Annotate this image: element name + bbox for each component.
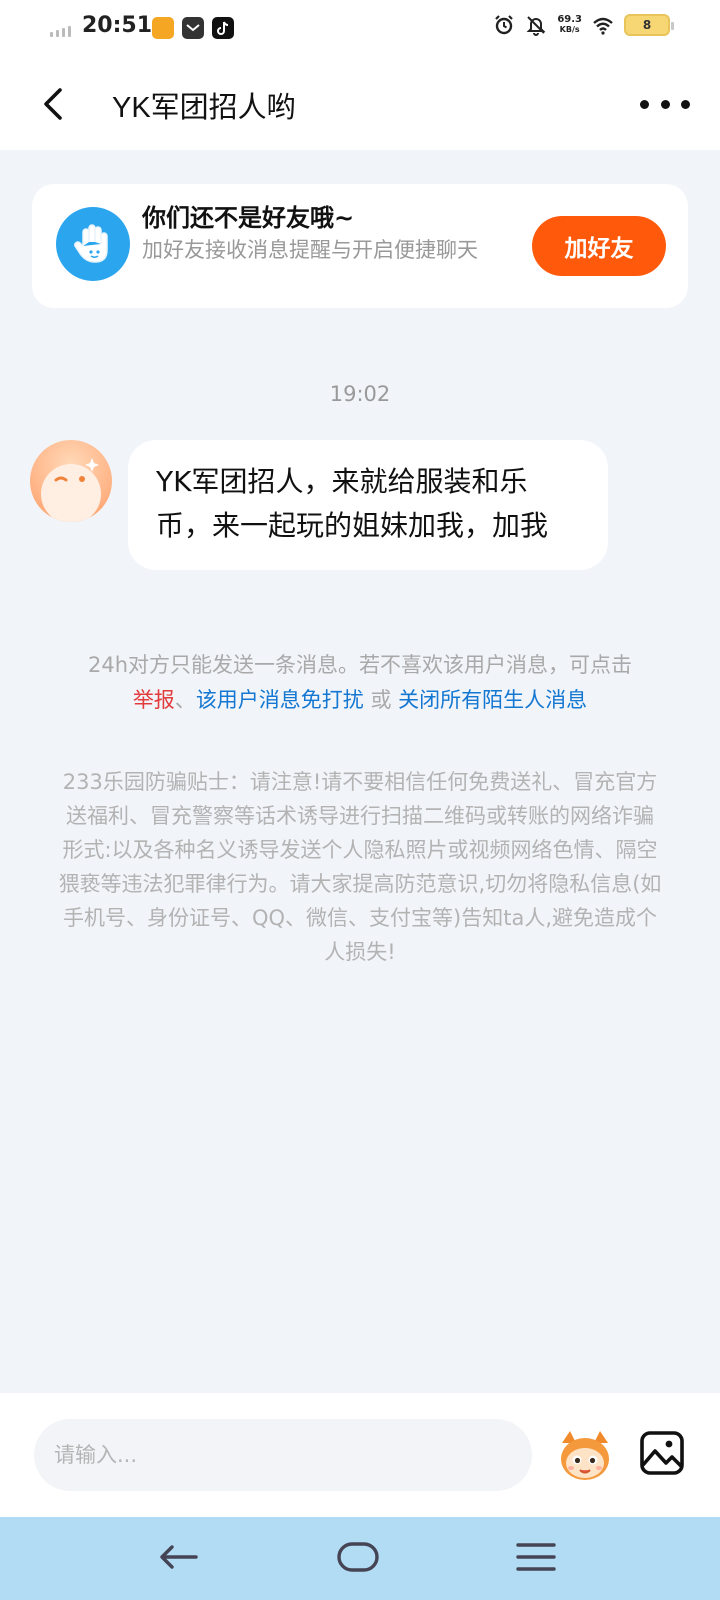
battery-icon: 8 (624, 14, 674, 36)
mute-user-link[interactable]: 该用户消息免打扰 (196, 688, 364, 712)
more-options-button[interactable] (640, 90, 690, 118)
message-input[interactable] (34, 1419, 532, 1491)
message-timestamp: 19:02 (329, 382, 391, 406)
friend-card-title: 你们还不是好友哦~ (142, 204, 355, 232)
report-link[interactable]: 举报 (133, 688, 175, 712)
back-arrow-icon (44, 88, 62, 120)
sender-avatar-icon (41, 458, 101, 522)
image-button[interactable] (638, 1429, 686, 1477)
tiktok-icon (212, 17, 234, 39)
alarm-icon (495, 15, 514, 35)
nav-menu-icon (516, 1543, 556, 1571)
more-dots-icon (640, 99, 649, 109)
video-app-icon (152, 17, 174, 39)
add-friend-button[interactable]: 加好友 (532, 216, 666, 276)
friend-prompt-card: 你们还不是好友哦~ 加好友接收消息提醒与开启便捷聊天 加好友 (32, 184, 688, 308)
nav-home-icon (337, 1542, 379, 1572)
status-bar: 20:51 69.3 KB/s 8 (0, 0, 720, 58)
mail-app-icon (182, 17, 204, 39)
battery-level: 8 (642, 18, 652, 32)
close-stranger-messages-link[interactable]: 关闭所有陌生人消息 (398, 688, 587, 712)
message-bubble[interactable]: YK军团招人，来就给服装和乐币，来一起玩的姐妹加我，加我 (128, 440, 608, 570)
nav-back-button[interactable] (156, 1537, 206, 1581)
notice-text: 24h对方只能发送一条消息。若不喜欢该用户消息，可点击 (87, 653, 633, 677)
avatar[interactable] (30, 440, 112, 522)
anti-fraud-tips: 233乐园防骗贴士：请注意!请不要相信任何免费送礼、冒充官方送福利、冒充警察等话… (58, 770, 662, 964)
notice-or-text: 或 (363, 688, 399, 712)
signal-icon (50, 26, 71, 37)
wifi-icon (593, 17, 613, 35)
image-icon (640, 1431, 684, 1475)
chat-header: YK军团招人哟 (0, 58, 720, 150)
system-nav-bar (0, 1517, 720, 1600)
friend-card-subtitle: 加好友接收消息提醒与开启便捷聊天 (142, 238, 478, 262)
page-title: YK军团招人哟 (112, 92, 296, 124)
net-speed: 69.3 KB/s (557, 14, 582, 35)
stranger-message-notice: 24h对方只能发送一条消息。若不喜欢该用户消息，可点击 举报、该用户消息免打扰 … (40, 648, 680, 718)
message-input-bar (0, 1393, 720, 1517)
status-time: 20:51 (82, 13, 153, 38)
notice-separator: 、 (174, 688, 196, 712)
emoji-mascot-icon (561, 1431, 609, 1480)
nav-back-icon (160, 1545, 198, 1569)
back-button[interactable] (36, 82, 76, 126)
wave-hand-icon (56, 207, 130, 281)
nav-menu-button[interactable] (514, 1537, 564, 1581)
emoji-button[interactable] (554, 1425, 616, 1485)
nav-home-button[interactable] (334, 1537, 384, 1581)
mute-icon (526, 16, 546, 36)
